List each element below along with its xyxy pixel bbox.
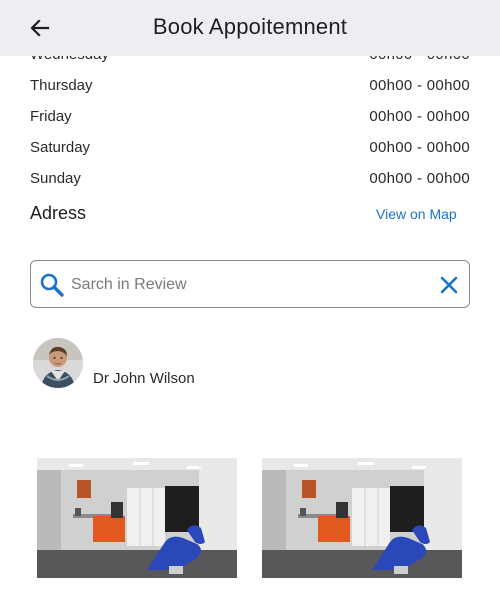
hours-row-sunday: Sunday 00h00 - 00h00 [30,170,470,201]
doctor-name: Dr John Wilson [93,370,195,387]
page-title: Book Appoitemnent [152,14,348,39]
hours-time: 00h00 - 00h00 [369,170,470,187]
hours-time: 00h00 - 00h00 [369,77,470,94]
address-heading: Adress [30,203,87,223]
search-icon[interactable] [39,272,65,298]
hours-day: Friday [30,108,72,125]
app-bar: Book Appoitemnent [0,0,500,56]
clinic-photo[interactable] [262,458,462,578]
hours-day: Sunday [30,170,81,187]
clinic-photo[interactable] [37,458,237,578]
search-input[interactable] [71,271,431,299]
hours-time: 00h00 - 00h00 [369,108,470,125]
hours-row-saturday: Saturday 00h00 - 00h00 [30,139,470,170]
hours-day: Thursday [30,77,93,94]
hours-row-friday: Friday 00h00 - 00h00 [30,108,470,139]
hours-time: 00h00 - 00h00 [369,139,470,156]
doctor-avatar[interactable] [33,338,83,388]
hours-row-thursday: Thursday 00h00 - 00h00 [30,77,470,108]
close-icon[interactable] [437,273,461,297]
view-on-map-link[interactable]: View on Map [376,206,457,222]
hours-day: Saturday [30,139,91,156]
review-search-box [30,260,470,308]
